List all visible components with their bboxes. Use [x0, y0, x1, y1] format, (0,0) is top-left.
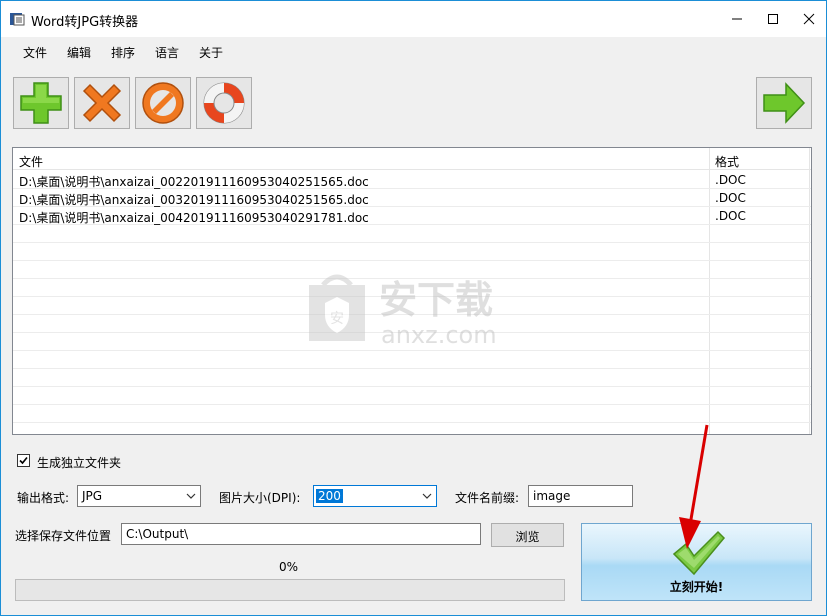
file-format: .DOC: [715, 191, 746, 205]
x-icon: [82, 83, 122, 123]
checkmark-icon: [19, 456, 28, 465]
output-format-select[interactable]: JPG: [77, 485, 201, 507]
annotation-arrow-icon: [679, 424, 709, 549]
remove-file-button[interactable]: [74, 77, 130, 129]
close-icon: [803, 13, 815, 25]
close-button[interactable]: [791, 1, 827, 37]
empty-row: [13, 387, 811, 405]
maximize-button[interactable]: [755, 1, 791, 37]
separate-folder-label[interactable]: 生成独立文件夹: [37, 454, 121, 471]
table-row[interactable]: D:\桌面\说明书\anxaizai_004201911160953040291…: [13, 207, 811, 225]
separate-folder-checkbox[interactable]: [17, 454, 30, 467]
minimize-icon: [732, 18, 742, 20]
help-button[interactable]: [196, 77, 252, 129]
filename-prefix-input[interactable]: image: [528, 485, 633, 507]
title-bar: Word转JPG转换器: [1, 1, 826, 37]
empty-row: [13, 351, 811, 369]
window-title: Word转JPG转换器: [31, 15, 139, 30]
empty-row: [13, 369, 811, 387]
chevron-down-icon: [422, 493, 432, 499]
app-window: Word转JPG转换器 文件 编辑 排序 语言 关于 文件 格式 D:\桌面\说…: [0, 0, 827, 616]
image-size-value: 200: [316, 489, 343, 503]
minimize-button[interactable]: [719, 1, 755, 37]
save-location-label: 选择保存文件位置: [15, 529, 112, 543]
column-header-format[interactable]: 格式: [715, 153, 739, 170]
filename-prefix-value: image: [533, 489, 571, 503]
add-file-button[interactable]: [13, 77, 69, 129]
file-path: D:\桌面\说明书\anxaizai_003201911160953040251…: [19, 193, 369, 207]
table-row[interactable]: D:\桌面\说明书\anxaizai_003201911160953040251…: [13, 189, 811, 207]
lifebuoy-icon: [203, 82, 245, 124]
menu-edit[interactable]: 编辑: [67, 44, 91, 61]
file-path: D:\桌面\说明书\anxaizai_002201911160953040251…: [19, 175, 369, 189]
menu-bar: 文件 编辑 排序 语言 关于: [1, 37, 826, 65]
image-size-label: 图片大小(DPI):: [219, 491, 301, 505]
menu-sort[interactable]: 排序: [111, 44, 135, 61]
output-format-label: 输出格式:: [17, 491, 70, 505]
output-format-value: JPG: [82, 489, 103, 503]
save-location-input[interactable]: C:\Output\: [121, 523, 481, 545]
menu-language[interactable]: 语言: [155, 44, 179, 61]
browse-button[interactable]: 浏览: [491, 523, 564, 547]
watermark-text-cn: 安下载: [379, 278, 493, 322]
plus-icon: [20, 82, 62, 124]
clear-list-button[interactable]: [135, 77, 191, 129]
next-button[interactable]: [756, 77, 812, 129]
image-size-select[interactable]: 200: [313, 485, 437, 507]
empty-row: [13, 225, 811, 243]
column-header-file[interactable]: 文件: [19, 153, 43, 170]
progress-percent: 0%: [279, 560, 299, 574]
app-icon: [10, 13, 25, 26]
menu-about[interactable]: 关于: [199, 44, 223, 61]
no-entry-icon: [142, 82, 184, 124]
save-location-value: C:\Output\: [126, 527, 189, 541]
table-row[interactable]: D:\桌面\说明书\anxaizai_002201911160953040251…: [13, 171, 811, 189]
menu-file[interactable]: 文件: [23, 44, 47, 61]
file-path: D:\桌面\说明书\anxaizai_004201911160953040291…: [19, 211, 369, 225]
browse-label: 浏览: [515, 530, 540, 544]
file-format: .DOC: [715, 209, 746, 223]
file-format: .DOC: [715, 173, 746, 187]
chevron-down-icon: [186, 493, 196, 499]
progress-bar: [15, 579, 565, 601]
svg-text:安: 安: [330, 311, 344, 327]
file-list-header: 文件 格式: [13, 148, 811, 170]
watermark-text-en: anxz.com: [381, 321, 497, 349]
arrow-right-icon: [763, 82, 806, 124]
maximize-icon: [768, 14, 778, 24]
watermark-logo: 安 安下载 anxz.com: [309, 274, 497, 349]
start-button-label: 立刻开始!: [669, 580, 724, 594]
empty-row: [13, 243, 811, 261]
filename-prefix-label: 文件名前缀:: [455, 491, 520, 505]
